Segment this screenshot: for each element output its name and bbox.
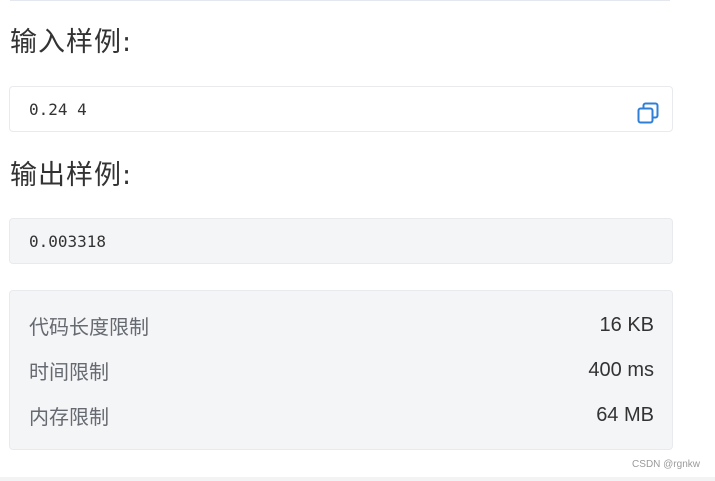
sample-output-text[interactable]: 0.003318 (29, 232, 106, 251)
limit-label: 代码长度限制 (29, 316, 149, 339)
copy-icon-svg (637, 102, 659, 124)
sample-input-heading: 输入样例: (10, 27, 133, 58)
top-divider (10, 0, 670, 1)
bottom-band (0, 477, 715, 481)
watermark: CSDN @rgnkw (632, 459, 700, 470)
limit-value: 400 ms (588, 358, 654, 381)
limit-row-memory: 内存限制 64 MB (29, 400, 654, 430)
sample-input-box: 0.24 4 (9, 86, 673, 132)
sample-output-heading: 输出样例: (10, 160, 133, 191)
limit-label: 时间限制 (29, 361, 109, 384)
limits-panel: 代码长度限制 16 KB 时间限制 400 ms 内存限制 64 MB (9, 290, 673, 450)
sample-input-text[interactable]: 0.24 4 (29, 100, 87, 119)
limit-row-code-length: 代码长度限制 16 KB (29, 310, 654, 340)
limit-row-time: 时间限制 400 ms (29, 355, 654, 385)
limit-value: 64 MB (596, 403, 654, 426)
limit-label: 内存限制 (29, 406, 109, 429)
copy-icon[interactable] (636, 97, 660, 124)
limit-value: 16 KB (599, 313, 654, 336)
sample-output-box: 0.003318 (9, 218, 673, 264)
